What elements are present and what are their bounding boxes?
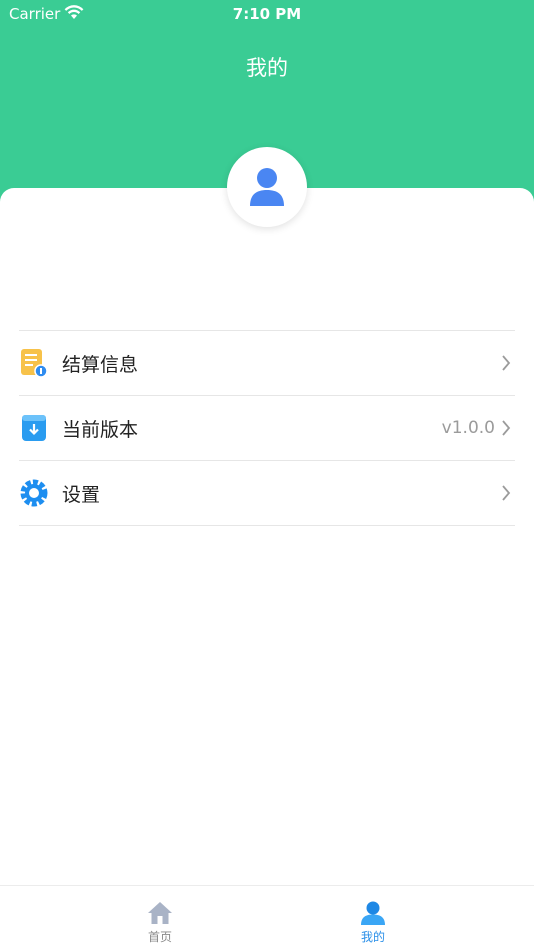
user-icon bbox=[361, 901, 385, 925]
content-card bbox=[0, 188, 534, 888]
menu-item-settlement[interactable]: 结算信息 bbox=[19, 331, 515, 396]
menu-item-version[interactable]: 当前版本 v1.0.0 bbox=[19, 396, 515, 461]
tab-mine[interactable]: 我的 bbox=[313, 886, 433, 951]
page-title: 我的 bbox=[246, 56, 288, 80]
version-value: v1.0.0 bbox=[441, 418, 495, 438]
menu-list: 结算信息 当前版本 v1.0.0 设置 bbox=[19, 330, 515, 526]
settings-gear-icon bbox=[19, 478, 49, 508]
version-download-icon bbox=[19, 413, 49, 443]
menu-item-settings[interactable]: 设置 bbox=[19, 461, 515, 526]
home-icon bbox=[148, 902, 172, 924]
clock: 7:10 PM bbox=[232, 5, 302, 23]
chevron-right-icon bbox=[502, 355, 511, 371]
avatar[interactable] bbox=[227, 147, 307, 227]
settlement-document-icon bbox=[19, 348, 49, 378]
tab-home[interactable]: 首页 bbox=[100, 886, 220, 951]
tab-bar: 首页 我的 bbox=[0, 885, 534, 951]
user-avatar-icon bbox=[250, 168, 284, 206]
menu-item-label: 当前版本 bbox=[62, 418, 139, 441]
chevron-right-icon bbox=[502, 485, 511, 501]
tab-label: 我的 bbox=[360, 930, 385, 944]
chevron-right-icon bbox=[502, 420, 511, 436]
status-bar: Carrier 7:10 PM bbox=[0, 0, 534, 28]
tab-label: 首页 bbox=[147, 930, 172, 944]
menu-item-label: 结算信息 bbox=[62, 353, 139, 376]
menu-item-label: 设置 bbox=[62, 483, 101, 506]
